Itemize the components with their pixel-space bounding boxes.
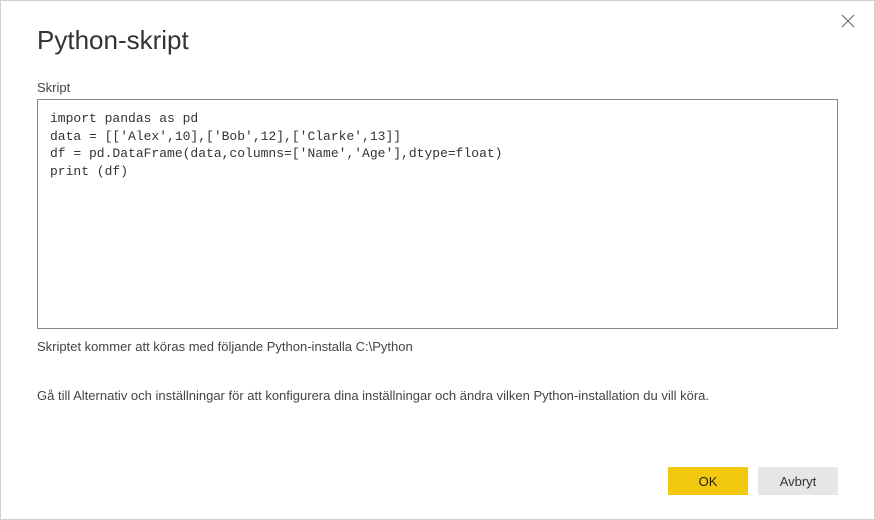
dialog-button-row: OK Avbryt <box>37 467 838 495</box>
close-icon <box>841 14 855 33</box>
install-info-text: Skriptet kommer att köras med följande P… <box>37 339 838 354</box>
script-input[interactable] <box>37 99 838 329</box>
help-text: Gå till Alternativ och inställningar för… <box>37 388 838 403</box>
python-script-dialog: Python-skript Skript Skriptet kommer att… <box>1 1 874 519</box>
ok-button[interactable]: OK <box>668 467 748 495</box>
script-label: Skript <box>37 80 838 95</box>
cancel-button[interactable]: Avbryt <box>758 467 838 495</box>
dialog-title: Python-skript <box>37 25 838 56</box>
close-button[interactable] <box>836 11 860 35</box>
